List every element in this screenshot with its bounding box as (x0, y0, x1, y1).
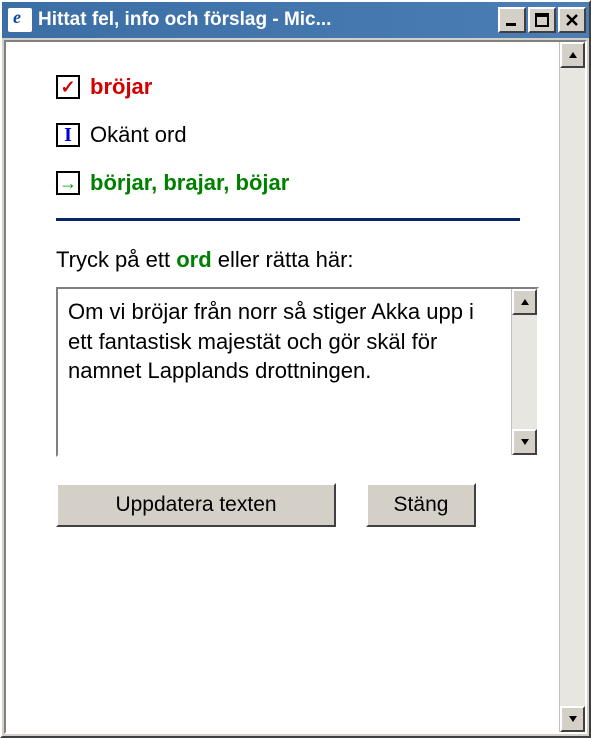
text-editor[interactable]: Om vi bröjar från norr så stiger Akka up… (56, 287, 539, 457)
page-scrollbar[interactable] (559, 42, 585, 732)
chevron-up-icon (568, 50, 578, 60)
divider (56, 218, 520, 221)
maximize-icon (535, 13, 549, 27)
scroll-track[interactable] (512, 315, 537, 429)
update-text-button[interactable]: Uppdatera texten (56, 483, 336, 527)
content: ✓ bröjar I Okänt ord → börjar, brajar, b… (6, 42, 559, 732)
page-scroll-down-button[interactable] (560, 706, 585, 732)
suggestions-row: → börjar, brajar, böjar (56, 170, 539, 196)
button-row: Uppdatera texten Stäng (56, 483, 539, 527)
instruction-keyword: ord (176, 247, 211, 272)
text-editor-content[interactable]: Om vi bröjar från norr så stiger Akka up… (58, 289, 511, 455)
minimize-icon (505, 13, 519, 27)
misspelled-word[interactable]: bröjar (90, 74, 152, 100)
page-scroll-track[interactable] (560, 68, 585, 706)
dialog-window: Hittat fel, info och förslag - Mic... ✓ … (0, 0, 591, 738)
info-icon: I (56, 123, 80, 147)
info-row: I Okänt ord (56, 122, 539, 148)
window-controls (498, 7, 586, 33)
close-dialog-button[interactable]: Stäng (366, 483, 476, 527)
chevron-down-icon (568, 714, 578, 724)
app-icon (8, 8, 32, 32)
title-bar[interactable]: Hittat fel, info och förslag - Mic... (2, 2, 589, 38)
instruction-suffix: eller rätta här: (212, 247, 354, 272)
info-text: Okänt ord (90, 122, 187, 148)
chevron-down-icon (520, 437, 530, 447)
instruction-prefix: Tryck på ett (56, 247, 176, 272)
error-check-icon: ✓ (56, 75, 80, 99)
maximize-button[interactable] (528, 7, 556, 33)
suggestions-list[interactable]: börjar, brajar, böjar (90, 170, 289, 196)
client-area: ✓ bröjar I Okänt ord → börjar, brajar, b… (4, 40, 587, 734)
minimize-button[interactable] (498, 7, 526, 33)
close-icon (565, 13, 579, 27)
scroll-up-button[interactable] (512, 289, 537, 315)
scroll-down-button[interactable] (512, 429, 537, 455)
page-scroll-up-button[interactable] (560, 42, 585, 68)
arrow-right-icon: → (56, 171, 80, 195)
window-title: Hittat fel, info och förslag - Mic... (38, 9, 498, 31)
chevron-up-icon (520, 297, 530, 307)
close-button[interactable] (558, 7, 586, 33)
error-row: ✓ bröjar (56, 74, 539, 100)
instruction-label: Tryck på ett ord eller rätta här: (56, 247, 539, 273)
textarea-scrollbar[interactable] (511, 289, 537, 455)
